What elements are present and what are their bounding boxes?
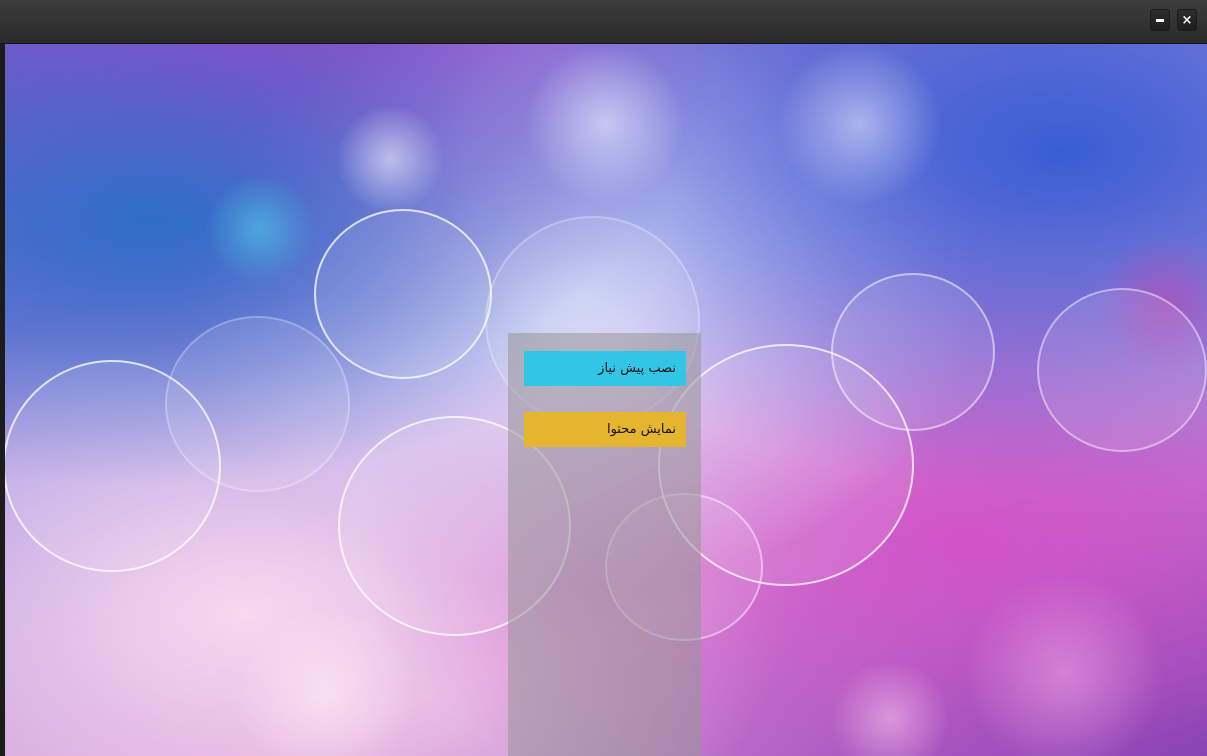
menu-panel (508, 333, 701, 756)
bokeh-blob (335, 104, 445, 214)
bokeh-blob (205, 174, 315, 284)
bokeh-blob (965, 574, 1165, 756)
install-prerequisites-button[interactable]: نصب پیش نیاز (524, 351, 686, 386)
app-window: × نصب پیش نیاز نمایش محتوا (0, 0, 1207, 756)
close-icon: × (1181, 12, 1193, 28)
minimize-button[interactable] (1150, 9, 1170, 31)
bokeh-blob (775, 44, 945, 204)
bokeh-ring (831, 273, 995, 431)
bokeh-ring (165, 316, 350, 492)
bokeh-blob (525, 44, 685, 204)
bokeh-ring (314, 209, 492, 379)
minimize-icon (1156, 18, 1164, 22)
close-button[interactable]: × (1177, 9, 1197, 31)
bokeh-blob (225, 614, 425, 756)
bokeh-ring (1037, 288, 1207, 452)
show-content-button[interactable]: نمایش محتوا (524, 412, 686, 447)
title-bar[interactable]: × (0, 0, 1207, 44)
bokeh-blob (825, 664, 955, 756)
